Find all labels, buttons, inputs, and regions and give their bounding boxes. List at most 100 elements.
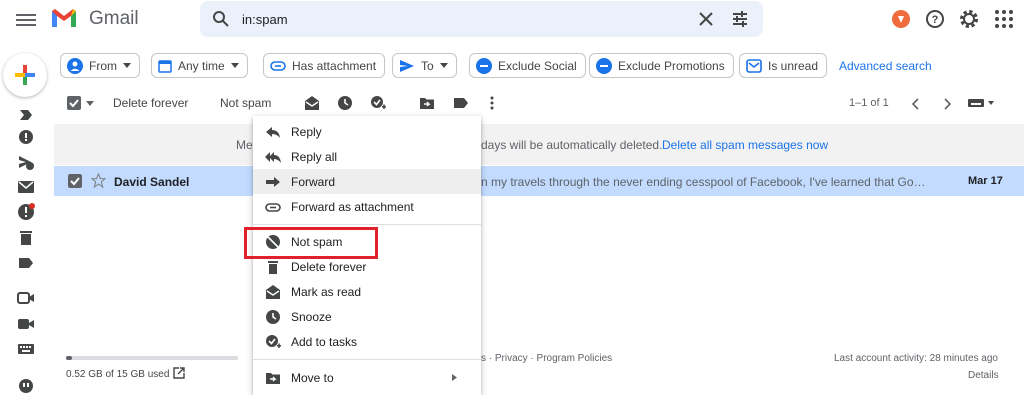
input-tools-keyboard-icon[interactable] xyxy=(968,98,996,108)
filter-chip-label: From xyxy=(89,58,117,73)
menu-item-snooze[interactable]: Snooze xyxy=(253,304,481,329)
not-spam-button[interactable]: Not spam xyxy=(220,96,271,110)
move-to-icon[interactable] xyxy=(419,95,435,111)
add-to-tasks-icon[interactable] xyxy=(370,95,386,111)
close-icon[interactable] xyxy=(697,10,715,28)
trash-icon xyxy=(268,261,278,274)
hangouts-icon[interactable] xyxy=(17,377,35,395)
trash-icon[interactable] xyxy=(17,229,35,247)
advanced-search-link[interactable]: Advanced search xyxy=(839,59,932,73)
filter-chip-label: Has attachment xyxy=(292,58,377,73)
menu-item-label: Move to xyxy=(291,371,334,385)
filter-chip-from[interactable]: From xyxy=(60,53,140,78)
minus-circle-icon xyxy=(596,57,612,74)
filter-chip-label: Is unread xyxy=(768,58,819,73)
join-meeting-icon[interactable] xyxy=(17,315,35,333)
top-bar: Gmail ? xyxy=(0,0,1024,42)
chevron-left-icon[interactable] xyxy=(908,96,924,112)
extension-icon[interactable] xyxy=(890,8,912,30)
all-mail-icon[interactable] xyxy=(17,178,35,196)
menu-item-label: Mark as read xyxy=(291,285,362,299)
chevron-down-icon xyxy=(123,63,131,68)
unread-mail-icon xyxy=(746,58,762,73)
pagination-count: 1–1 of 1 xyxy=(849,97,889,109)
storage-progress-bar xyxy=(66,356,238,360)
menu-item-forward[interactable]: Forward xyxy=(253,169,481,194)
star-icon[interactable] xyxy=(91,173,106,188)
menu-item-reply-all[interactable]: Reply all xyxy=(253,144,481,169)
chevron-down-icon xyxy=(439,63,448,68)
menu-item-label: Snooze xyxy=(291,310,332,324)
chats-icon[interactable] xyxy=(17,129,35,147)
calendar-icon xyxy=(158,59,172,73)
filter-chip-label: Any time xyxy=(178,58,225,73)
reply-all-icon xyxy=(265,152,281,163)
search-options-icon[interactable] xyxy=(731,10,749,28)
filter-chip-any-time[interactable]: Any time xyxy=(151,53,248,78)
scheduled-icon[interactable] xyxy=(17,153,35,171)
menu-item-label: Add to tasks xyxy=(291,335,358,349)
menu-item-label: Reply xyxy=(291,125,322,139)
open-in-new-icon[interactable] xyxy=(173,367,185,379)
banner-text: days will be automatically deleted. xyxy=(481,138,663,152)
menu-divider xyxy=(253,359,481,360)
email-snippet: n my travels through the never ending ce… xyxy=(481,175,926,189)
menu-item-label: Reply all xyxy=(291,150,338,164)
delete-forever-button[interactable]: Delete forever xyxy=(113,96,188,110)
new-meeting-icon[interactable] xyxy=(17,289,35,307)
delete-all-spam-link[interactable]: Delete all spam messages now xyxy=(662,138,828,152)
apps-grid-icon[interactable] xyxy=(993,8,1015,30)
filter-chip-exclude-promotions[interactable]: Exclude Promotions xyxy=(589,53,734,78)
help-icon[interactable]: ? xyxy=(924,8,946,30)
compose-button[interactable] xyxy=(3,53,47,97)
highlight-box xyxy=(244,227,378,259)
keyboard-icon[interactable] xyxy=(17,340,35,358)
label-icon[interactable] xyxy=(17,254,35,272)
main-menu-icon[interactable] xyxy=(16,11,36,27)
menu-item-label: Delete forever xyxy=(291,260,367,274)
clock-icon xyxy=(266,310,280,324)
search-input[interactable] xyxy=(242,8,682,30)
search-icon[interactable] xyxy=(212,10,230,28)
menu-item-move-to[interactable]: Move to xyxy=(253,365,481,390)
row-checkbox[interactable] xyxy=(68,174,82,188)
mark-read-icon[interactable] xyxy=(304,95,320,111)
label-icon[interactable] xyxy=(453,95,469,111)
filter-chip-is-unread[interactable]: Is unread xyxy=(739,53,828,78)
gmail-logo[interactable] xyxy=(50,7,78,29)
chevron-right-icon[interactable] xyxy=(939,96,955,112)
filter-chip-has-attachment[interactable]: Has attachment xyxy=(263,53,386,78)
move-to-icon xyxy=(266,373,280,384)
more-vert-icon[interactable] xyxy=(484,95,500,111)
add-task-icon xyxy=(266,335,281,348)
filter-chip-to[interactable]: To xyxy=(392,53,457,78)
app-name: Gmail xyxy=(89,8,139,29)
chevron-down-icon xyxy=(230,63,239,68)
filter-chip-label: Exclude Promotions xyxy=(618,58,725,73)
spam-icon[interactable] xyxy=(17,203,35,221)
svg-text:?: ? xyxy=(932,14,939,26)
banner-text-prefix: Me xyxy=(236,138,253,152)
footer-policy-links[interactable]: s · Privacy · Program Policies xyxy=(481,353,612,364)
snooze-clock-icon[interactable] xyxy=(337,95,353,111)
settings-gear-icon[interactable] xyxy=(958,8,980,30)
filter-chip-label: Exclude Social xyxy=(498,58,577,73)
menu-divider xyxy=(253,224,481,225)
email-date: Mar 17 xyxy=(968,175,1003,187)
compose-plus-icon xyxy=(15,65,35,85)
menu-item-mark-as-read[interactable]: Mark as read xyxy=(253,279,481,304)
mark-read-icon xyxy=(266,285,280,299)
search-bar[interactable] xyxy=(200,1,763,37)
select-all-checkbox[interactable] xyxy=(67,96,81,110)
important-icon[interactable] xyxy=(17,106,35,124)
details-link[interactable]: Details xyxy=(968,370,999,381)
person-icon xyxy=(67,57,83,74)
attachment-icon xyxy=(265,203,281,212)
menu-item-label: Forward as attachment xyxy=(291,200,414,214)
menu-item-forward-as-attachment[interactable]: Forward as attachment xyxy=(253,194,481,219)
filter-chip-exclude-social[interactable]: Exclude Social xyxy=(469,53,586,78)
menu-item-reply[interactable]: Reply xyxy=(253,119,481,144)
menu-item-add-to-tasks[interactable]: Add to tasks xyxy=(253,329,481,354)
chevron-down-icon[interactable] xyxy=(86,101,94,106)
forward-icon xyxy=(266,177,280,187)
